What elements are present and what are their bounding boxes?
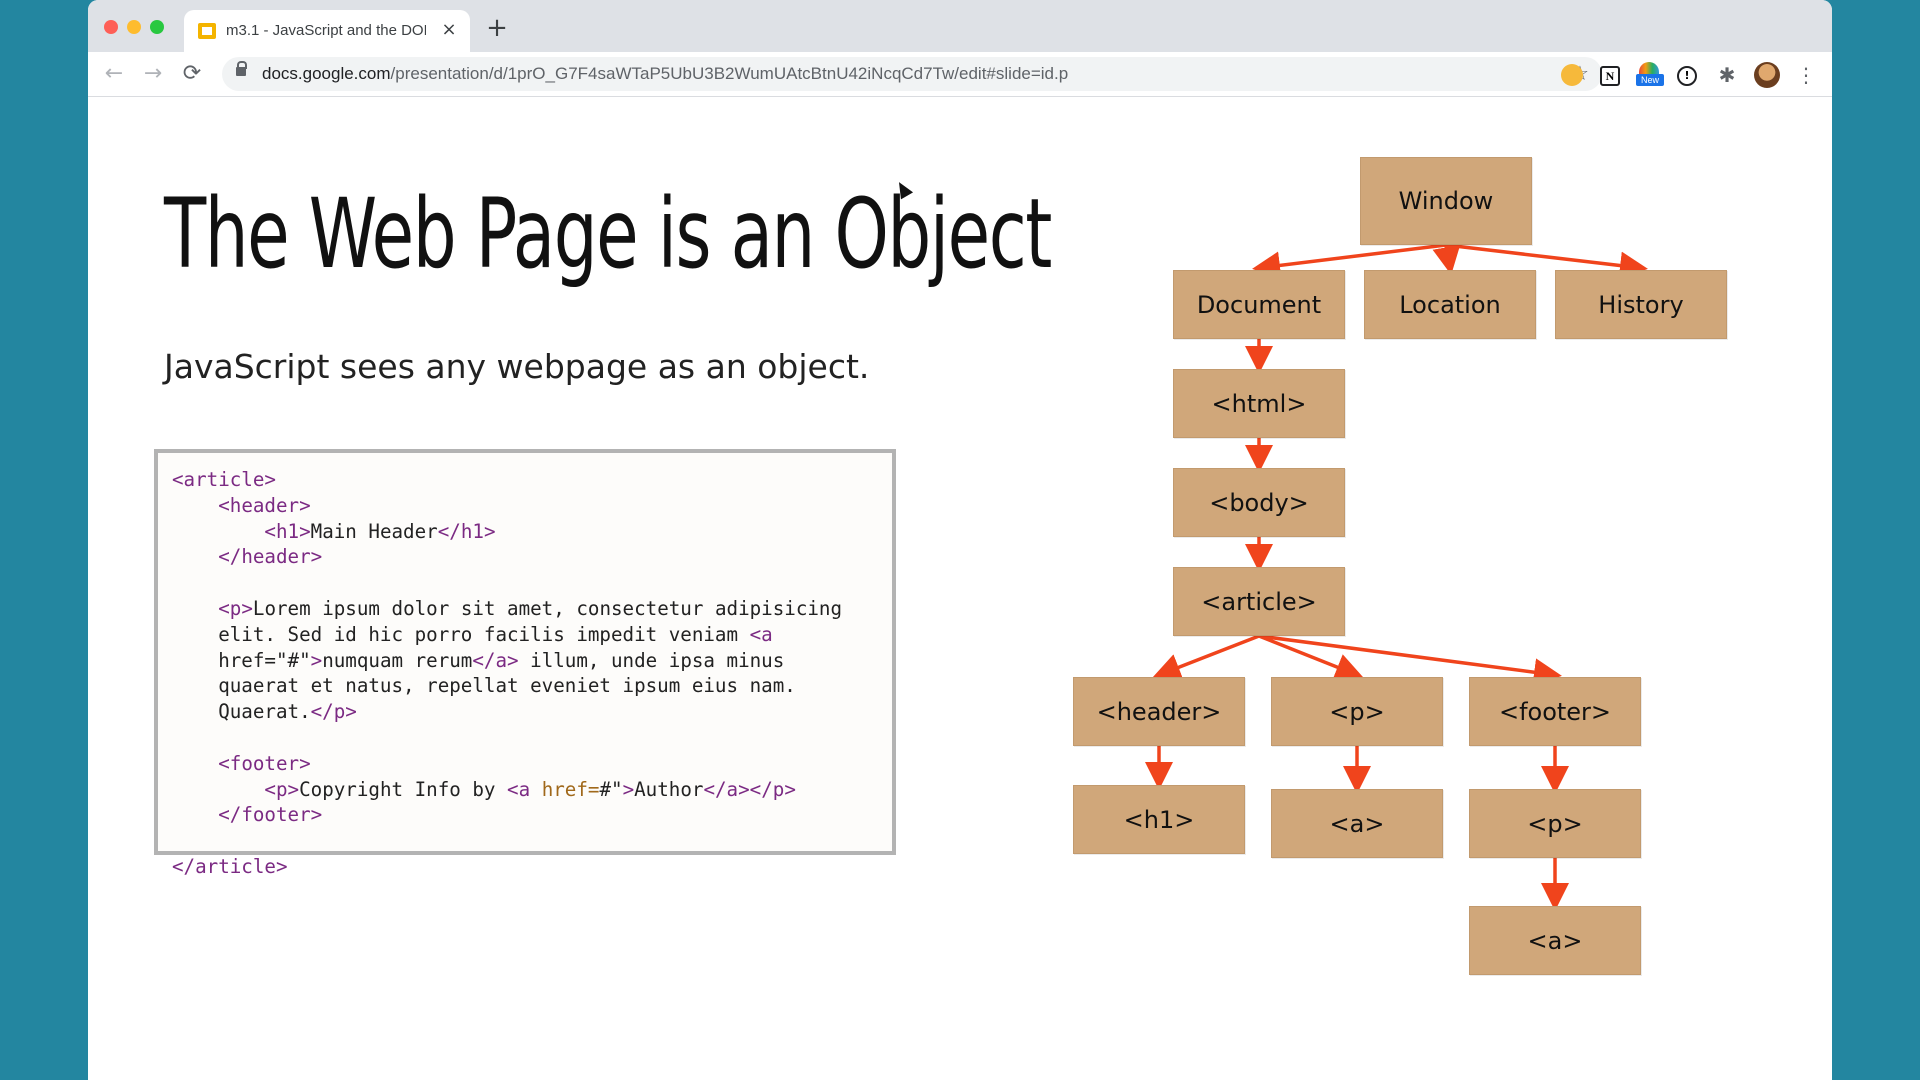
extension-cookie-icon[interactable]: [1561, 64, 1583, 86]
browser-toolbar: ← → ⟳ docs.google.com/presentation/d/1pr…: [88, 52, 1832, 97]
extension-info-icon[interactable]: !: [1677, 66, 1697, 86]
diagram-node-history: History: [1555, 270, 1727, 339]
browser-window: m3.1 - JavaScript and the DOM × + ← → ⟳ …: [88, 0, 1832, 1080]
diagram-node-article: <article>: [1173, 567, 1345, 636]
forward-button[interactable]: →: [139, 60, 167, 88]
tab-strip: m3.1 - JavaScript and the DOM × +: [88, 0, 1832, 52]
diagram-node-location: Location: [1364, 270, 1536, 339]
diagram-node-document: Document: [1173, 270, 1345, 339]
diagram-node-header: <header>: [1073, 677, 1245, 746]
extension-notion-icon[interactable]: N: [1600, 66, 1620, 86]
browser-menu-icon[interactable]: ⋮: [1796, 62, 1816, 88]
window-maximize-button[interactable]: [150, 20, 164, 34]
back-button[interactable]: ←: [100, 60, 128, 88]
profile-avatar[interactable]: [1754, 62, 1780, 88]
window-minimize-button[interactable]: [127, 20, 141, 34]
lock-icon[interactable]: [236, 61, 247, 76]
diagram-node-html: <html>: [1173, 369, 1345, 438]
window-close-button[interactable]: [104, 20, 118, 34]
dom-tree-diagram: Window Document Location History <html> <body…: [88, 97, 1832, 1080]
diagram-node-footer-p-a: <a>: [1469, 906, 1641, 975]
diagram-node-p: <p>: [1271, 677, 1443, 746]
reload-button[interactable]: ⟳: [178, 60, 206, 88]
url-path: /presentation/d/1prO_G7F4saWTaP5UbU3B2Wu…: [390, 64, 1069, 83]
tab-title: m3.1 - JavaScript and the DOM: [226, 22, 426, 39]
url-host: docs.google.com: [262, 64, 391, 83]
arrow-window-to-history: [1445, 243, 1648, 280]
arrow-window-to-location: [1432, 244, 1461, 275]
extensions-puzzle-icon[interactable]: ✱: [1716, 64, 1738, 86]
arrow-article-to-header: [1152, 634, 1260, 681]
new-badge: New: [1636, 74, 1664, 86]
rainbow-icon: [1639, 62, 1659, 74]
diagram-node-body: <body>: [1173, 468, 1345, 537]
extension-rainbow-icon[interactable]: New: [1636, 62, 1664, 86]
tab-close-icon[interactable]: ×: [438, 19, 460, 41]
address-bar[interactable]: docs.google.com/presentation/d/1prO_G7F4…: [222, 57, 1602, 91]
diagram-node-footer: <footer>: [1469, 677, 1641, 746]
diagram-node-h1: <h1>: [1073, 785, 1245, 854]
slides-favicon-icon: [198, 23, 216, 39]
arrow-window-to-document: [1252, 243, 1447, 280]
diagram-node-window: Window: [1360, 157, 1532, 245]
slide-canvas: The Web Page is an Object JavaScript see…: [88, 97, 1832, 1080]
diagram-node-p-a: <a>: [1271, 789, 1443, 858]
url-text[interactable]: docs.google.com/presentation/d/1prO_G7F4…: [262, 64, 1462, 84]
diagram-node-footer-p: <p>: [1469, 789, 1641, 858]
new-tab-button[interactable]: +: [484, 15, 510, 42]
active-tab[interactable]: m3.1 - JavaScript and the DOM ×: [184, 10, 470, 52]
